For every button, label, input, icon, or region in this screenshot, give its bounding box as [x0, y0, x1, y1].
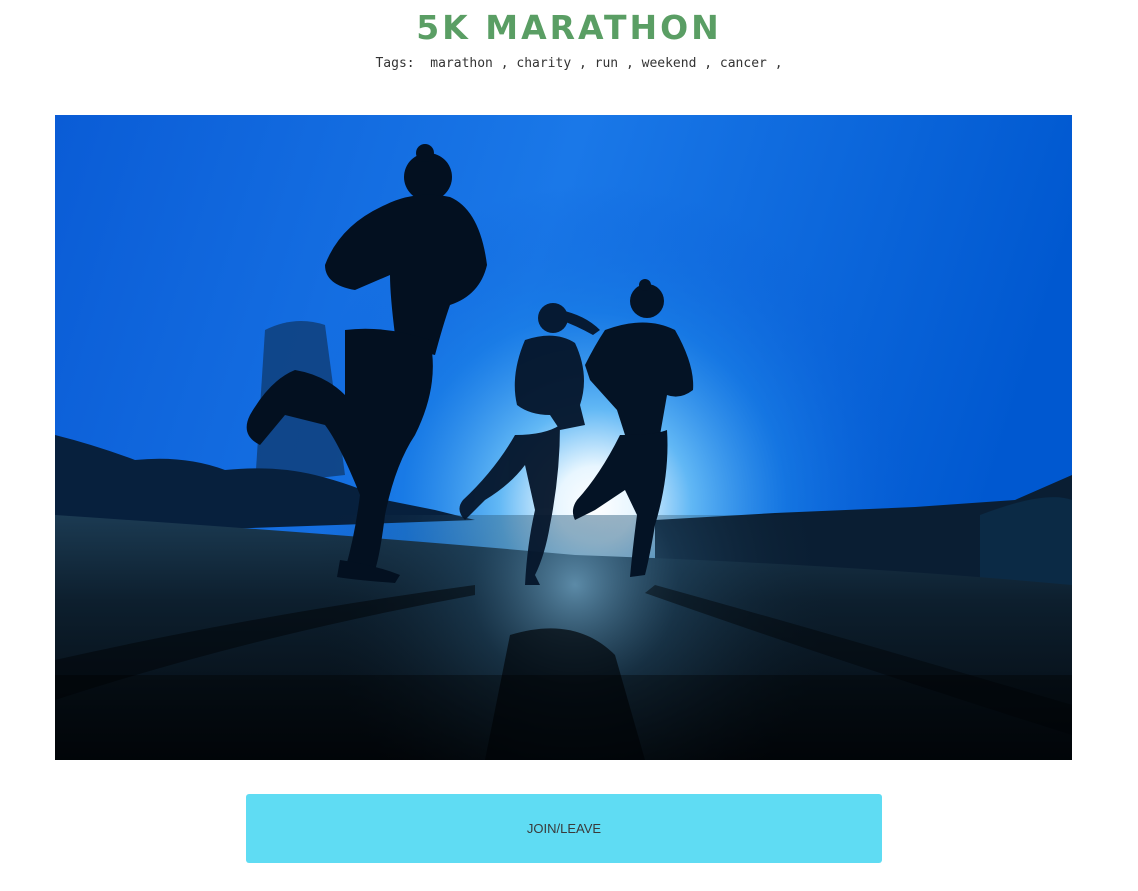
- tag-separator: ,: [625, 56, 634, 71]
- tag-run[interactable]: run: [595, 56, 618, 71]
- tag-separator: ,: [704, 56, 713, 71]
- tag-list: Tags: marathon , charity , run , weekend…: [0, 54, 1138, 74]
- tag-cancer[interactable]: cancer: [720, 56, 767, 71]
- tag-separator: ,: [774, 56, 783, 71]
- tag-separator: ,: [500, 56, 509, 71]
- tag-separator: ,: [579, 56, 587, 71]
- runners-silhouette-photo: [55, 115, 1072, 760]
- tags-label: Tags:: [375, 56, 415, 71]
- event-title: 5K MARATHON: [416, 8, 722, 47]
- event-hero-image: [55, 115, 1072, 760]
- join-leave-button[interactable]: JOIN/LEAVE: [246, 794, 882, 863]
- tag-marathon[interactable]: marathon: [430, 56, 493, 71]
- tag-weekend[interactable]: weekend: [642, 56, 697, 71]
- tag-charity[interactable]: charity: [516, 56, 571, 71]
